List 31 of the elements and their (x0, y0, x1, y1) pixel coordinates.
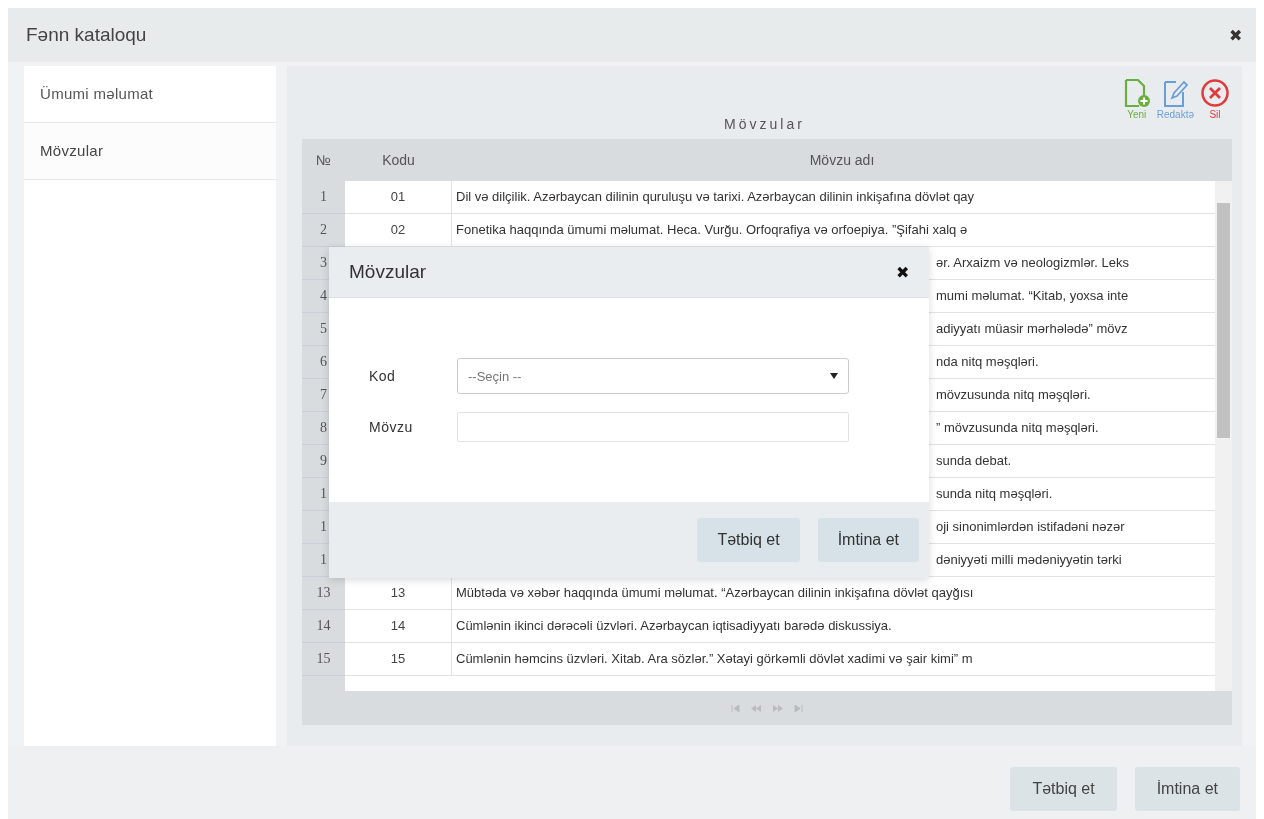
previous-page-icon[interactable] (750, 704, 762, 712)
apply-button[interactable]: Tətbiq et (1010, 766, 1117, 811)
apply-button[interactable]: Tətbiq et (697, 518, 800, 562)
row-number: 14 (302, 610, 345, 643)
cancel-button[interactable]: İmtina et (1134, 766, 1240, 811)
scrollbar[interactable] (1215, 181, 1232, 691)
code-dropdown[interactable]: --Seçin -- (457, 358, 849, 394)
column-header: Kodu (381, 152, 416, 168)
last-page-icon[interactable] (794, 704, 803, 712)
cancel-button[interactable]: İmtina et (817, 518, 919, 562)
topic-input-field[interactable] (457, 412, 849, 442)
column-header: № (315, 152, 332, 168)
close-icon[interactable]: ✖ (896, 262, 909, 282)
row-number: 13 (302, 577, 345, 610)
first-page-icon[interactable] (731, 704, 740, 712)
column-header: Mövzu adı (808, 152, 876, 168)
new-file-icon[interactable] (1122, 78, 1151, 108)
row-number: 2 (302, 214, 345, 247)
field-label: Kod (369, 368, 397, 384)
field-label: Mövzu (369, 419, 414, 435)
panel-title: Mövzular (724, 116, 805, 132)
row-number: 15 (302, 643, 345, 676)
edit-icon[interactable] (1162, 78, 1189, 108)
modal-title: Mövzular (349, 261, 427, 283)
close-icon[interactable]: ✖ (1229, 25, 1242, 45)
next-page-icon[interactable] (772, 704, 784, 712)
row-number: 1 (302, 181, 345, 214)
window-title: Fənn kataloqu (26, 24, 147, 46)
scrollbar-thumb[interactable] (1217, 203, 1230, 438)
toolbar-label[interactable]: Sil (1209, 109, 1221, 120)
delete-icon[interactable] (1200, 78, 1230, 108)
